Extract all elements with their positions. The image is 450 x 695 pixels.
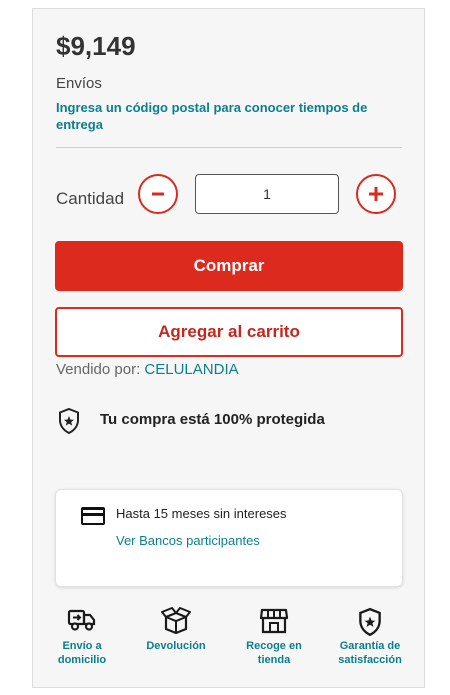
shield-star-icon — [359, 607, 381, 637]
product-price: $9,149 — [56, 31, 136, 61]
feature-store-pickup[interactable]: Recoge en tienda — [229, 607, 319, 667]
postal-code-link[interactable]: Ingresa un código postal para conocer ti… — [56, 99, 401, 133]
box-return-icon — [161, 607, 191, 635]
feature-satisfaction-guarantee[interactable]: Garantía de satisfacción — [325, 607, 415, 667]
store-icon — [259, 608, 289, 634]
quantity-label: Cantidad — [56, 189, 125, 208]
banks-link[interactable]: Ver Bancos participantes — [116, 533, 260, 548]
feature-label: Envío a domicilio — [57, 640, 107, 666]
product-purchase-panel: $9,149 Envíos Ingresa un código postal p… — [32, 8, 425, 688]
minus-icon — [152, 192, 164, 196]
feature-label: Garantía de satisfacción — [338, 640, 402, 666]
buy-button[interactable]: Comprar — [55, 241, 403, 291]
truck-icon — [67, 609, 96, 631]
shipping-label: Envíos — [56, 75, 102, 92]
protection-text: Tu compra está 100% protegida — [100, 411, 325, 428]
quantity-input[interactable]: 1 — [195, 174, 339, 214]
add-to-cart-button[interactable]: Agregar al carrito — [55, 307, 403, 357]
feature-strip: Envío a domicilio Devolución Recoge en t… — [33, 607, 426, 677]
shield-star-icon — [57, 407, 81, 440]
installments-card: Hasta 15 meses sin intereses Ver Bancos … — [55, 489, 403, 587]
quantity-decrement-button[interactable] — [138, 174, 178, 214]
quantity-increment-button[interactable] — [356, 174, 396, 214]
feature-label: Recoge en tienda — [246, 640, 302, 666]
seller-info: Vendido por: CELULANDIA — [56, 361, 239, 378]
feature-home-delivery[interactable]: Envío a domicilio — [37, 607, 127, 667]
seller-link[interactable]: CELULANDIA — [144, 361, 238, 378]
feature-returns[interactable]: Devolución — [131, 607, 221, 653]
installments-title: Hasta 15 meses sin intereses — [116, 506, 287, 521]
credit-card-icon — [80, 506, 106, 531]
plus-icon — [369, 187, 383, 201]
seller-prefix: Vendido por: — [56, 361, 141, 378]
feature-label: Devolución — [146, 640, 206, 652]
divider — [56, 147, 402, 148]
